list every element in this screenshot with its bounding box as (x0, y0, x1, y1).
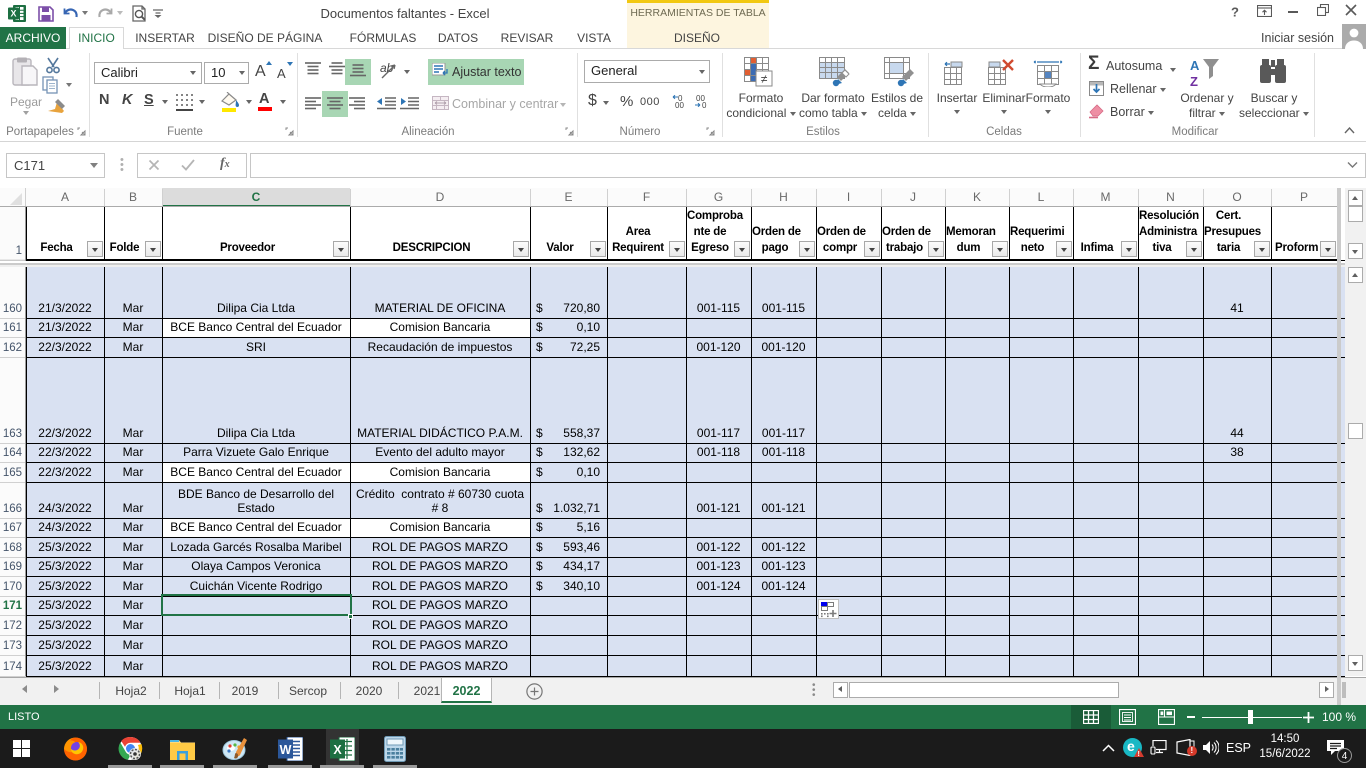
svg-text:W: W (280, 743, 292, 757)
svg-text:A: A (1190, 58, 1200, 73)
svg-text:X: X (10, 9, 16, 19)
svg-text:Z: Z (1190, 74, 1198, 89)
svg-text:00: 00 (675, 101, 684, 109)
svg-text:?: ? (1231, 5, 1239, 18)
svg-text:0: 0 (702, 101, 707, 109)
svg-text:≠: ≠ (761, 72, 768, 86)
svg-text:X: X (333, 743, 342, 757)
